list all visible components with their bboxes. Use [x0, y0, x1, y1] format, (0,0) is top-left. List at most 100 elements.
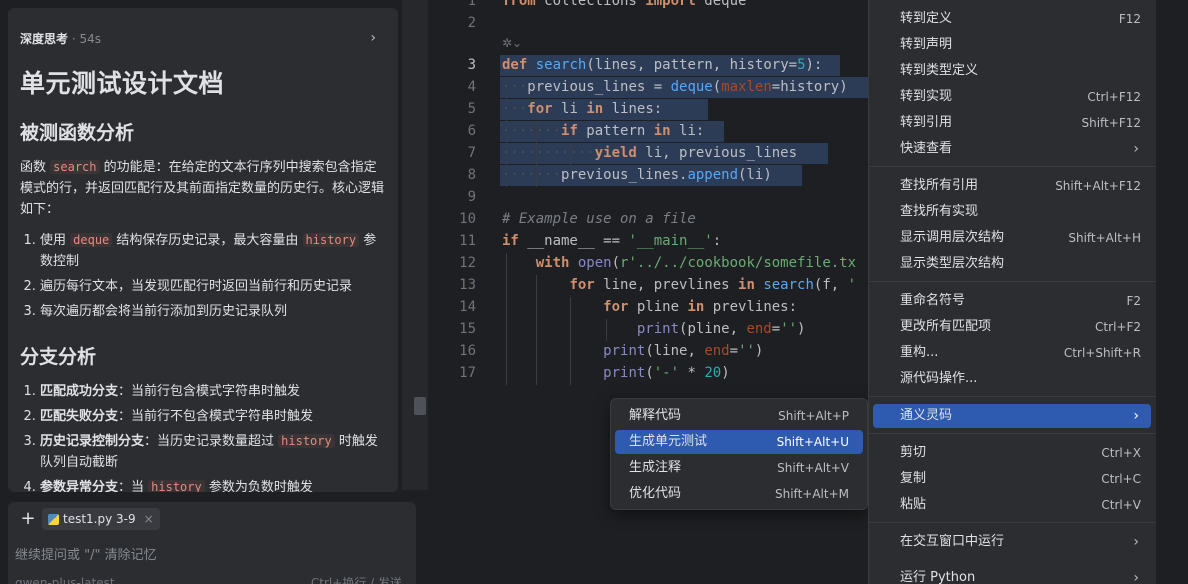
- code-line: if __name__ == '__main__':: [502, 233, 722, 249]
- list-item: 匹配失败分支：当前行不包含模式字符串时触发: [40, 406, 384, 427]
- code-line: ·······if pattern in li:: [502, 123, 705, 139]
- chevron-right-icon[interactable]: ›: [370, 30, 376, 46]
- panel-scrollbar-track[interactable]: [402, 0, 428, 490]
- section-heading-function: 被测函数分析: [20, 122, 135, 144]
- code-line: from collections import deque: [502, 0, 747, 9]
- menu-divider: [869, 396, 1157, 397]
- code-line: def search(lines, pattern, history=5):: [502, 57, 823, 73]
- chat-input[interactable]: 继续提问或 "/" 清除记忆: [15, 544, 157, 563]
- lingma-submenu: 解释代码 Shift+Alt+P 生成单元测试 Shift+Alt+U 生成注释 Sh…: [610, 398, 868, 510]
- line-number: 13: [459, 277, 476, 293]
- ai-response-card: 深度思考 · 54s › 单元测试设计文档 被测函数分析 函数 search 的…: [8, 8, 398, 492]
- line-number: 16: [459, 343, 476, 359]
- menu-item-optimize-code[interactable]: 优化代码 Shift+Alt+M: [615, 482, 863, 506]
- chevron-right-icon: ›: [1133, 570, 1139, 584]
- menu-divider: [869, 166, 1157, 167]
- model-selector[interactable]: qwen-plus-latest: [15, 576, 115, 584]
- file-chip-label: test1.py 3-9: [63, 512, 136, 526]
- chat-input-card: + test1.py 3-9 × 继续提问或 "/" 清除记忆 qwen-plu…: [8, 502, 416, 584]
- line-number: 6: [467, 123, 476, 139]
- menu-item-copy[interactable]: 复制 Ctrl+C: [873, 467, 1151, 491]
- code-line: print('-' * 20): [603, 365, 730, 381]
- menu-item-run-in-interactive-window[interactable]: 在交互窗口中运行 ›: [873, 530, 1151, 554]
- code-line: ·······previous_lines.append(li): [502, 167, 772, 183]
- add-context-icon[interactable]: +: [18, 510, 38, 530]
- line-number: 12: [459, 255, 476, 271]
- menu-item-source-action[interactable]: 源代码操作...: [873, 367, 1151, 391]
- menu-item-go-to-implementation[interactable]: 转到实现 Ctrl+F12: [873, 85, 1151, 109]
- menu-item-generate-unit-test[interactable]: 生成单元测试 Shift+Alt+U: [615, 430, 863, 454]
- chevron-right-icon: ›: [1133, 408, 1139, 424]
- line-number: 14: [459, 299, 476, 315]
- list-item: 匹配成功分支：当前行包含模式字符串时触发: [40, 381, 384, 402]
- branch-list: 匹配成功分支：当前行包含模式字符串时触发 匹配失败分支：当前行不包含模式字符串时…: [20, 381, 384, 492]
- file-context-chip[interactable]: test1.py 3-9 ×: [42, 508, 160, 530]
- line-number: 7: [467, 145, 476, 161]
- menu-divider: [869, 433, 1157, 434]
- menu-divider: [869, 522, 1157, 523]
- code-line: ···for li in lines:: [502, 101, 663, 117]
- menu-item-paste[interactable]: 粘贴 Ctrl+V: [873, 493, 1151, 517]
- menu-item-show-type-hierarchy[interactable]: 显示类型层次结构: [873, 252, 1151, 276]
- line-number: 2: [467, 15, 476, 31]
- menu-item-refactor[interactable]: 重构... Ctrl+Shift+R: [873, 341, 1151, 365]
- menu-item-explain-code[interactable]: 解释代码 Shift+Alt+P: [615, 404, 863, 428]
- menu-item-generate-comment[interactable]: 生成注释 Shift+Alt+V: [615, 456, 863, 480]
- function-description: 函数 search 的功能是：在给定的文本行序列中搜索包含指定模式的行，并返回匹…: [20, 160, 385, 217]
- code-line: with open(r'../../cookbook/somefile.tx: [535, 255, 857, 271]
- thinking-time: · 54s: [68, 32, 101, 46]
- editor-context-menu: 转到定义 F12 转到声明 转到类型定义 转到实现 Ctrl+F12 转到引用 Shi…: [868, 0, 1157, 584]
- menu-item-tongyi-lingma[interactable]: 通义灵码 ›: [873, 404, 1151, 428]
- deep-thinking-toggle[interactable]: 深度思考 · 54s ›: [20, 30, 386, 50]
- menu-item-cut[interactable]: 剪切 Ctrl+X: [873, 441, 1151, 465]
- menu-item-change-all-occurrences[interactable]: 更改所有匹配项 Ctrl+F2: [873, 315, 1151, 339]
- line-number: 10: [459, 211, 476, 227]
- line-number: 15: [459, 321, 476, 337]
- code-line: # Example use on a file: [502, 211, 696, 227]
- panel-scrollbar-thumb[interactable]: [414, 397, 426, 415]
- menu-item-go-to-references[interactable]: 转到引用 Shift+F12: [873, 111, 1151, 135]
- list-item: 遍历每行文本，当发现匹配行时返回当前行和历史记录: [40, 276, 384, 297]
- code-line: for line, prevlines in search(f, ': [569, 277, 857, 293]
- list-item: 使用 deque 结构保存历史记录，最大容量由 history 参数控制: [40, 230, 384, 272]
- menu-item-find-all-references[interactable]: 查找所有引用 Shift+Alt+F12: [873, 174, 1151, 198]
- menu-item-go-to-definition[interactable]: 转到定义 F12: [873, 7, 1151, 31]
- line-number: 17: [459, 365, 476, 381]
- menu-item-go-to-type-definition[interactable]: 转到类型定义: [873, 59, 1151, 83]
- line-number: 4: [467, 79, 476, 95]
- list-item: 历史记录控制分支：当历史记录数量超过 history 时触发队列自动截断: [40, 431, 384, 473]
- chevron-right-icon: ›: [1133, 534, 1139, 550]
- line-number: 5: [467, 101, 476, 117]
- send-hint: Ctrl+换行 / 发送: [310, 576, 402, 584]
- menu-item-run-python[interactable]: 运行 Python ›: [873, 566, 1151, 584]
- menu-item-show-call-hierarchy[interactable]: 显示调用层次结构 Shift+Alt+H: [873, 226, 1151, 250]
- section-heading-branches: 分支分析: [20, 346, 97, 368]
- deep-thinking-label: 深度思考: [20, 32, 69, 46]
- list-item: 参数异常分支：当 history 参数为负数时触发: [40, 477, 384, 492]
- line-number: 8: [467, 167, 476, 183]
- menu-item-rename-symbol[interactable]: 重命名符号 F2: [873, 289, 1151, 313]
- response-document: 单元测试设计文档 被测函数分析 函数 search 的功能是：在给定的文本行序列…: [20, 64, 384, 492]
- menu-divider: [869, 281, 1157, 282]
- menu-item-peek[interactable]: 快速查看 ›: [873, 137, 1151, 161]
- list-item: 每次遍历都会将当前行添加到历史记录队列: [40, 301, 384, 322]
- logic-list: 使用 deque 结构保存历史记录，最大容量由 history 参数控制 遍历每…: [20, 230, 384, 322]
- line-number: 9: [467, 189, 476, 205]
- line-number: 1: [467, 0, 476, 9]
- code-line: ···········yield li, previous_lines: [502, 145, 798, 161]
- chevron-right-icon: ›: [1133, 141, 1139, 157]
- close-icon[interactable]: ×: [144, 508, 154, 530]
- code-line: print(line, end=''): [603, 343, 764, 359]
- code-line: ···previous_lines = deque(maxlen=history…: [502, 79, 848, 95]
- menu-item-go-to-declaration[interactable]: 转到声明: [873, 33, 1151, 57]
- menu-item-find-all-implementations[interactable]: 查找所有实现: [873, 200, 1151, 224]
- ai-gutter-icon[interactable]: ✲⌄: [502, 36, 522, 50]
- right-edge-background: [1156, 0, 1188, 584]
- python-file-icon: [48, 513, 59, 525]
- code-line: print(pline, end=''): [636, 321, 806, 337]
- inline-code: search: [50, 160, 100, 174]
- code-line: for pline in prevlines:: [603, 299, 798, 315]
- line-number: 11: [459, 233, 476, 249]
- line-number: 3: [467, 57, 476, 73]
- doc-title: 单元测试设计文档: [20, 69, 225, 98]
